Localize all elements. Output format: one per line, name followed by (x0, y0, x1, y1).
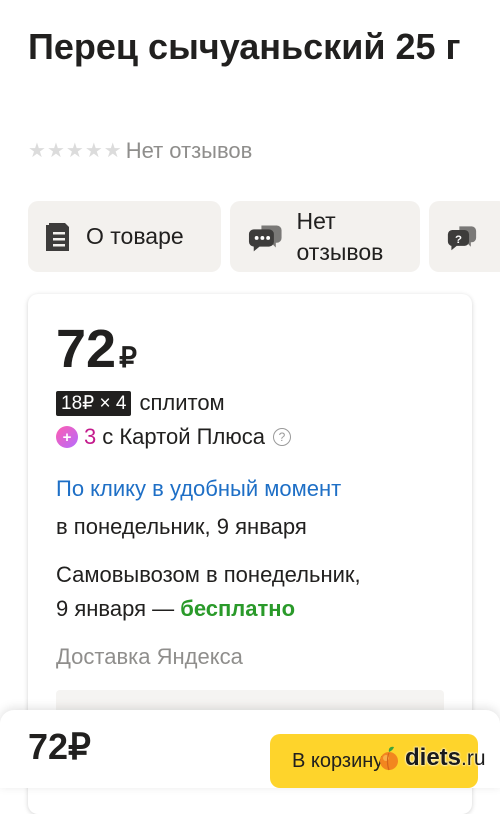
product-title: Перец сычуаньский 25 г (28, 26, 461, 67)
plus-cashback: + 3 с Картой Плюса ? (56, 424, 292, 450)
question-bubble-icon: ? (447, 225, 477, 250)
tab-reviews[interactable]: Нет отзывов (230, 201, 420, 272)
pickup-line-2: 9 января — бесплатно (56, 592, 295, 626)
chat-bubbles-icon (248, 224, 282, 251)
help-icon[interactable]: ? (273, 428, 292, 446)
split-payment[interactable]: 18₽ × 4 сплитом (56, 390, 225, 416)
document-icon (46, 222, 69, 251)
pickup-line: Самовывозом в понедельник, (56, 562, 361, 587)
star-icon: ★ (46, 140, 65, 162)
tab-questions[interactable]: ? (429, 201, 500, 272)
star-icon: ★ (103, 140, 122, 162)
pickup-date: 9 января — (56, 596, 175, 621)
split-text: сплитом (139, 390, 225, 415)
plus-points: 3 (84, 424, 97, 449)
plus-text: с Картой Плюса (102, 424, 266, 449)
tab-label: О товаре (86, 223, 184, 249)
peach-logo-icon (380, 746, 398, 771)
rating-row[interactable]: ★ ★ ★ ★ ★ Нет отзывов (28, 136, 252, 166)
price-value: 72 (56, 319, 117, 379)
delivery-service: Доставка Яндекса (56, 644, 243, 669)
delivery-date: в понедельник, 9 января (56, 514, 307, 539)
price-block: 72 ₽ (56, 314, 137, 384)
pickup-free: бесплатно (180, 596, 296, 621)
rating-stars: ★ ★ ★ ★ ★ (28, 141, 122, 161)
delivery-option-link[interactable]: По клику в удобный момент (56, 476, 341, 502)
split-badge: 18₽ × 4 (56, 390, 132, 416)
bottom-price: 72₽ (28, 726, 91, 767)
star-icon: ★ (28, 140, 46, 162)
reviews-count[interactable]: Нет отзывов (126, 138, 253, 164)
svg-text:?: ? (455, 234, 462, 246)
product-tabs: О товаре Нет отзывов ? (28, 201, 500, 272)
star-icon: ★ (84, 140, 103, 162)
watermark-text: diets.ru (405, 744, 486, 771)
tab-about-product[interactable]: О товаре (28, 201, 221, 272)
plus-points-icon: + (56, 426, 78, 448)
tab-label: Нет отзывов (296, 207, 384, 265)
star-icon: ★ (65, 140, 84, 162)
watermark: diets.ru (376, 744, 486, 772)
price-currency: ₽ (119, 342, 137, 373)
